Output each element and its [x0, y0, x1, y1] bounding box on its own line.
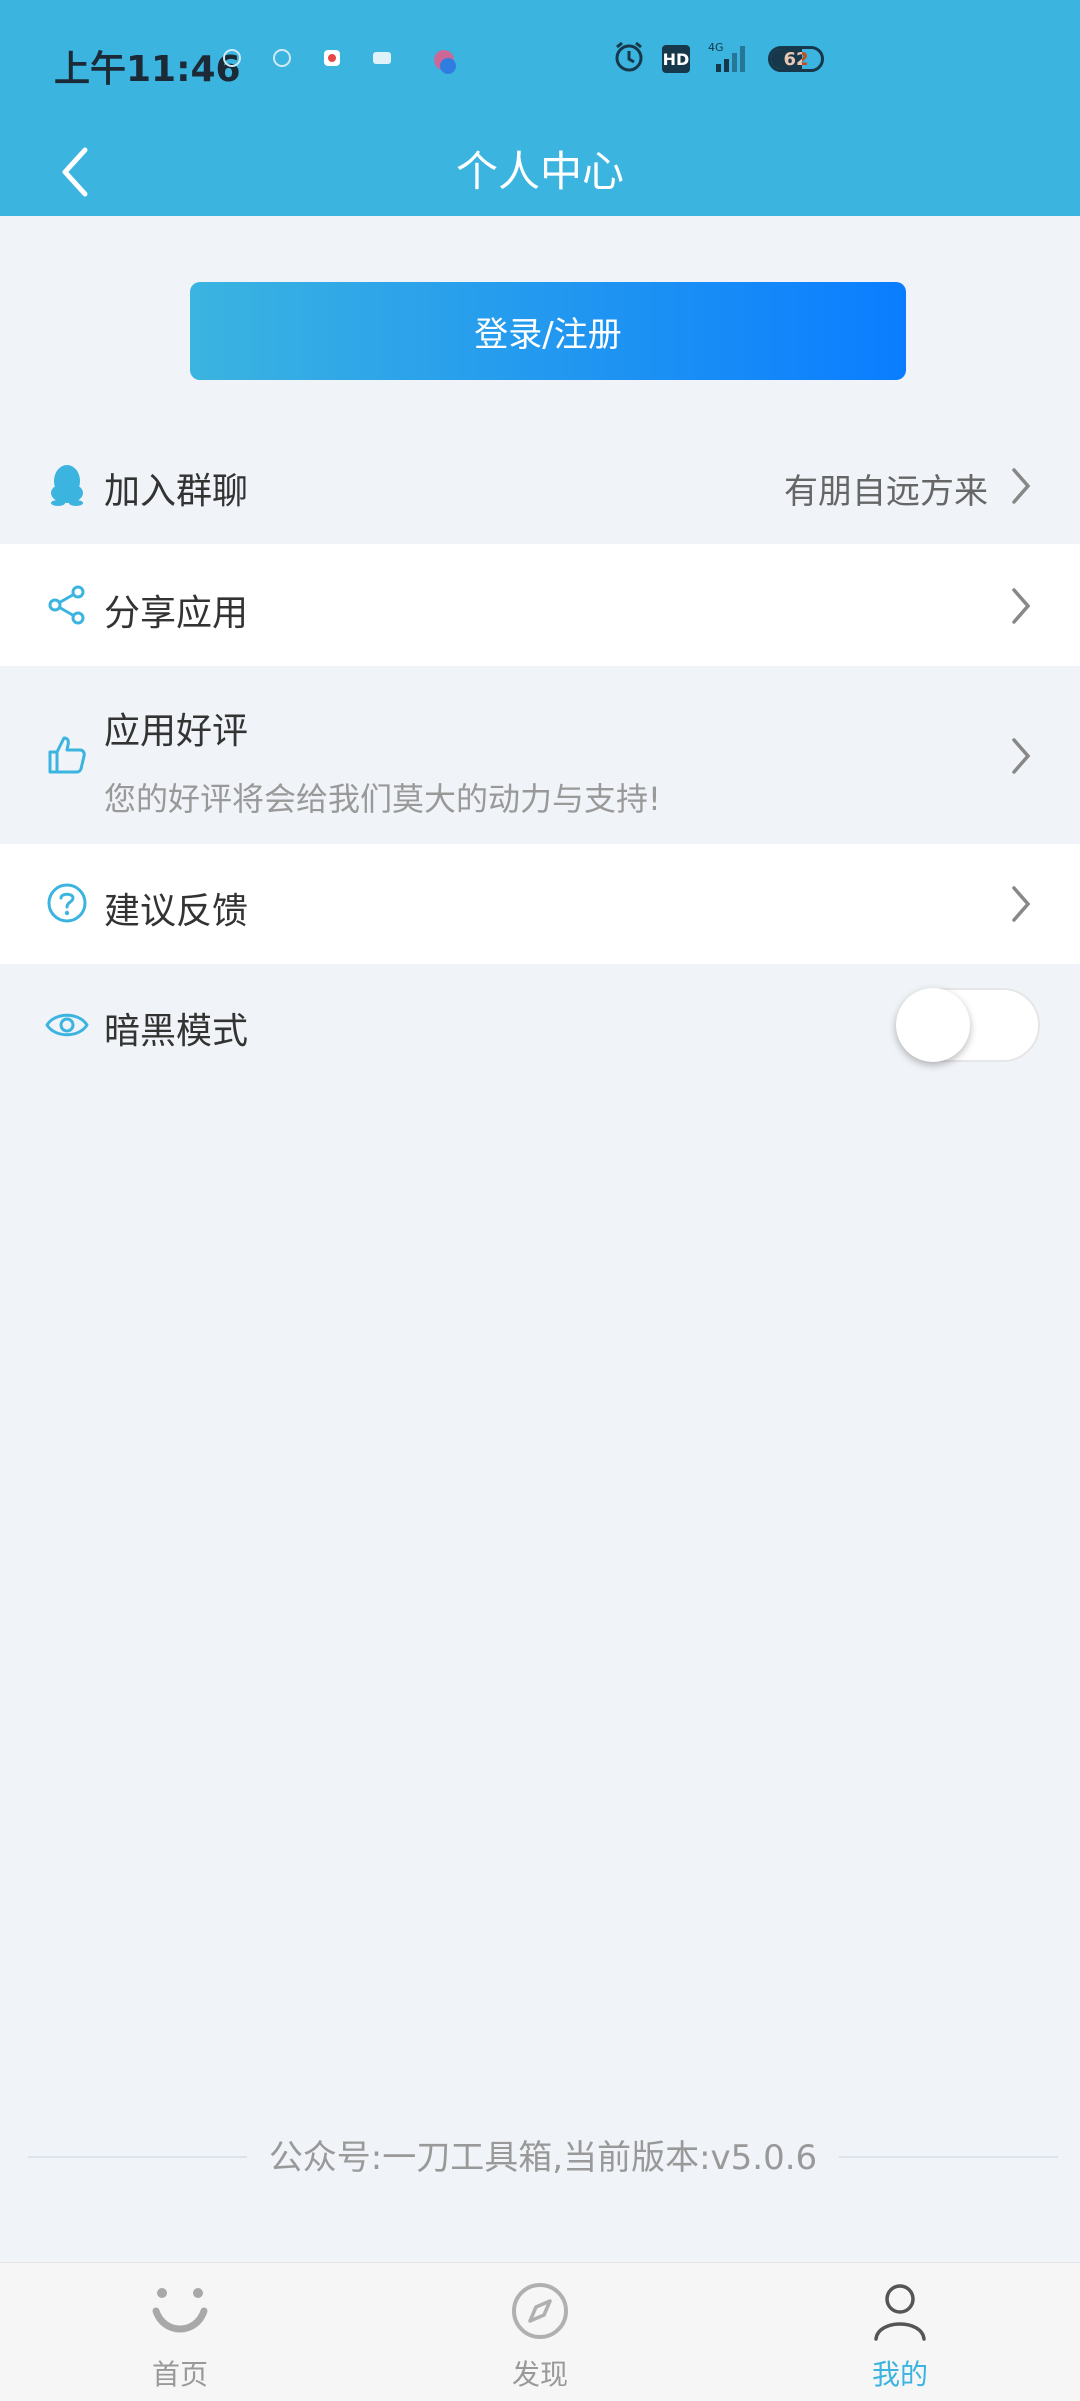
- login-register-button[interactable]: 登录/注册: [190, 282, 906, 380]
- question-circle-icon: [42, 878, 92, 928]
- notification-icon: [220, 46, 244, 70]
- compass-icon: [512, 2283, 568, 2339]
- chevron-right-icon: [1012, 468, 1031, 504]
- signal-icon: 4G: [706, 40, 752, 78]
- menu-item-share-app[interactable]: 分享应用: [0, 544, 1080, 666]
- user-icon: [874, 2284, 926, 2341]
- menu-item-label: 暗黑模式: [104, 1011, 249, 1052]
- page-title: 个人中心: [455, 147, 624, 196]
- network-type: 4G: [708, 41, 724, 54]
- chevron-right-icon: [1012, 886, 1031, 922]
- notification-icon: [370, 46, 394, 70]
- menu-item-value: 有朋自远方来: [784, 472, 988, 512]
- nav-discover[interactable]: 发现: [440, 2263, 640, 2401]
- chevron-right-icon: [1012, 588, 1031, 624]
- notification-icon: [320, 46, 344, 70]
- nav-label: 发现: [511, 2358, 568, 2391]
- menu-item-join-group[interactable]: 加入群聊 有朋自远方来: [0, 426, 1080, 544]
- hd-badge: HD: [662, 45, 690, 73]
- qq-penguin-icon: [42, 460, 92, 510]
- notification-icons: [220, 46, 456, 74]
- thumbs-up-icon: [42, 730, 92, 780]
- battery-icon: 62: [768, 46, 824, 72]
- chevron-right-icon: [1012, 738, 1031, 774]
- nav-label: 首页: [151, 2358, 208, 2391]
- menu-item-subtitle: 您的好评将会给我们莫大的动力与支持!: [104, 780, 661, 818]
- cloud-app-icon: [420, 46, 456, 74]
- menu-item-label: 分享应用: [104, 593, 249, 634]
- bottom-navigation: 首页 发现 我的: [0, 2262, 1080, 2401]
- menu-item-label: 建议反馈: [104, 891, 249, 932]
- status-bar: 上午11:46 HD 4G 62: [0, 0, 1080, 128]
- notification-icon: [270, 46, 294, 70]
- smile-icon: [152, 2288, 208, 2333]
- footer: 公众号:一刀工具箱,当前版本:v5.0.6: [28, 2130, 1058, 2182]
- menu-item-label: 应用好评: [104, 711, 249, 752]
- version-info: 公众号:一刀工具箱,当前版本:v5.0.6: [246, 2138, 840, 2178]
- dark-mode-toggle[interactable]: [896, 988, 1040, 1062]
- toggle-knob: [896, 988, 970, 1062]
- menu-item-rate-app[interactable]: 应用好评 您的好评将会给我们莫大的动力与支持!: [0, 666, 1080, 844]
- share-icon: [42, 580, 92, 630]
- title-bar: 个人中心: [0, 128, 1080, 216]
- menu-item-label: 加入群聊: [104, 471, 249, 512]
- system-icons: HD 4G 62: [612, 40, 824, 78]
- nav-mine[interactable]: 我的: [800, 2263, 1000, 2401]
- status-time: 上午11:46: [54, 49, 241, 90]
- nav-label: 我的: [871, 2358, 928, 2391]
- battery-percent: 62: [783, 48, 809, 70]
- eye-icon: [42, 1000, 92, 1050]
- app-header: 上午11:46 HD 4G 62 个人中心: [0, 0, 1080, 216]
- menu-item-feedback[interactable]: 建议反馈: [0, 844, 1080, 964]
- alarm-icon: [612, 40, 646, 78]
- nav-home[interactable]: 首页: [80, 2263, 280, 2401]
